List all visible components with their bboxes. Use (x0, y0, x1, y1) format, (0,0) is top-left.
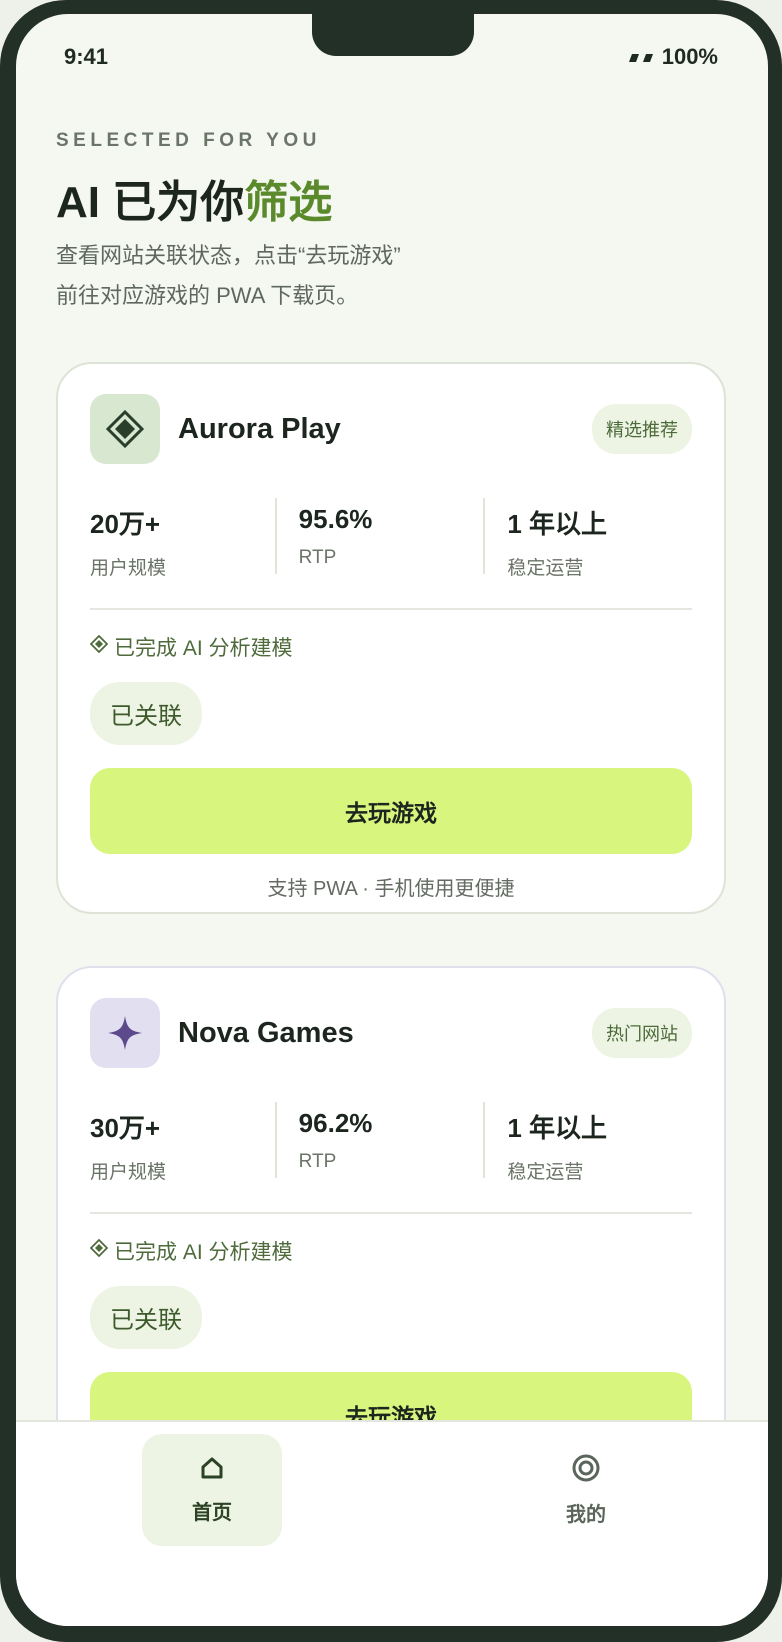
site-tag: 热门网站 (592, 1008, 692, 1058)
stat-label: 用户规模 (90, 1162, 167, 1183)
pwa-note: 支持 PWA · 手机使用更便捷 (267, 878, 515, 900)
status-time: 9:41 (64, 44, 109, 69)
title-accent: 筛选 (244, 178, 333, 227)
screen: 9:41 100% SELECTED FOR YOU AI 已为你筛选 查看网站… (16, 14, 768, 1626)
stat-operation: 1 年以上 稳定运营 (483, 498, 692, 579)
card-header: Nova Games 热门网站 (90, 998, 692, 1068)
subtitle-line-1: 查看网站关联状态，点击“去玩游戏” (56, 243, 401, 268)
site-name: Nova Games (178, 1016, 354, 1049)
stats-row: 20万+ 用户规模 95.6% RTP 1 年以上 稳定运营 (90, 498, 692, 579)
bottom-tab-bar: 首页 我的 (16, 1420, 768, 1626)
stat-value: 20万+ (90, 509, 161, 539)
stat-operation: 1 年以上 稳定运营 (483, 1102, 692, 1183)
stat-value: 1 年以上 (507, 1113, 608, 1143)
linked-badge: 已关联 (90, 682, 202, 745)
stat-rtp: 96.2% RTP (274, 1102, 484, 1178)
small-diamond-icon (89, 634, 109, 659)
linked-badge: 已关联 (90, 1286, 202, 1349)
ai-note-text: 已完成 AI 分析建模 (114, 637, 293, 660)
card-header: Aurora Play 精选推荐 (90, 394, 692, 464)
stats-row: 30万+ 用户规模 96.2% RTP 1 年以上 稳定运营 (90, 1102, 692, 1183)
stat-label: RTP (298, 1151, 337, 1172)
stat-value: 96.2% (298, 1108, 373, 1138)
site-name: Aurora Play (178, 412, 341, 445)
site-card: Aurora Play 精选推荐 20万+ 用户规模 95.6% RTP 1 年… (56, 362, 726, 914)
notch (312, 14, 474, 56)
stat-rtp: 95.6% RTP (274, 498, 484, 574)
tab-mine-label: 我的 (566, 1504, 606, 1526)
page-title: AI 已为你筛选 (56, 166, 332, 230)
profile-ring-icon (571, 1453, 601, 1488)
stat-value: 30万+ (90, 1113, 161, 1143)
stat-label: 用户规模 (90, 558, 167, 579)
device-frame: 9:41 100% SELECTED FOR YOU AI 已为你筛选 查看网站… (0, 0, 782, 1642)
stat-value: 1 年以上 (507, 509, 608, 539)
tab-mine[interactable]: 我的 (516, 1434, 656, 1546)
battery-level: 100% (661, 44, 718, 69)
tab-home[interactable]: 首页 (142, 1434, 282, 1546)
status-indicators: 100% (626, 44, 718, 70)
stat-users: 30万+ 用户规模 (90, 1102, 275, 1183)
ai-analysis-note: 已完成 AI 分析建模 (89, 1236, 293, 1266)
tab-home-label: 首页 (192, 1502, 232, 1524)
stat-label: RTP (298, 547, 337, 568)
home-icon (199, 1455, 225, 1486)
divider (90, 608, 692, 610)
diamond-icon (90, 394, 160, 464)
stat-label: 稳定运营 (507, 1162, 584, 1183)
small-diamond-icon (89, 1238, 109, 1263)
ai-analysis-note: 已完成 AI 分析建模 (89, 632, 293, 662)
subtitle-line-2: 前往对应游戏的 PWA 下载页。 (56, 283, 359, 308)
play-game-button[interactable]: 去玩游戏 (90, 768, 692, 854)
sparkle-icon (90, 998, 160, 1068)
signal-icon (626, 52, 656, 62)
page-subtitle: 查看网站关联状态，点击“去玩游戏” 前往对应游戏的 PWA 下载页。 (56, 236, 476, 316)
stat-users: 20万+ 用户规模 (90, 498, 275, 579)
eyebrow-label: SELECTED FOR YOU (56, 130, 321, 151)
ai-note-text: 已完成 AI 分析建模 (114, 1241, 293, 1264)
site-tag: 精选推荐 (592, 404, 692, 454)
divider (90, 1212, 692, 1214)
title-main: AI 已为你 (56, 178, 245, 227)
stat-label: 稳定运营 (507, 558, 584, 579)
stat-value: 95.6% (298, 504, 373, 534)
